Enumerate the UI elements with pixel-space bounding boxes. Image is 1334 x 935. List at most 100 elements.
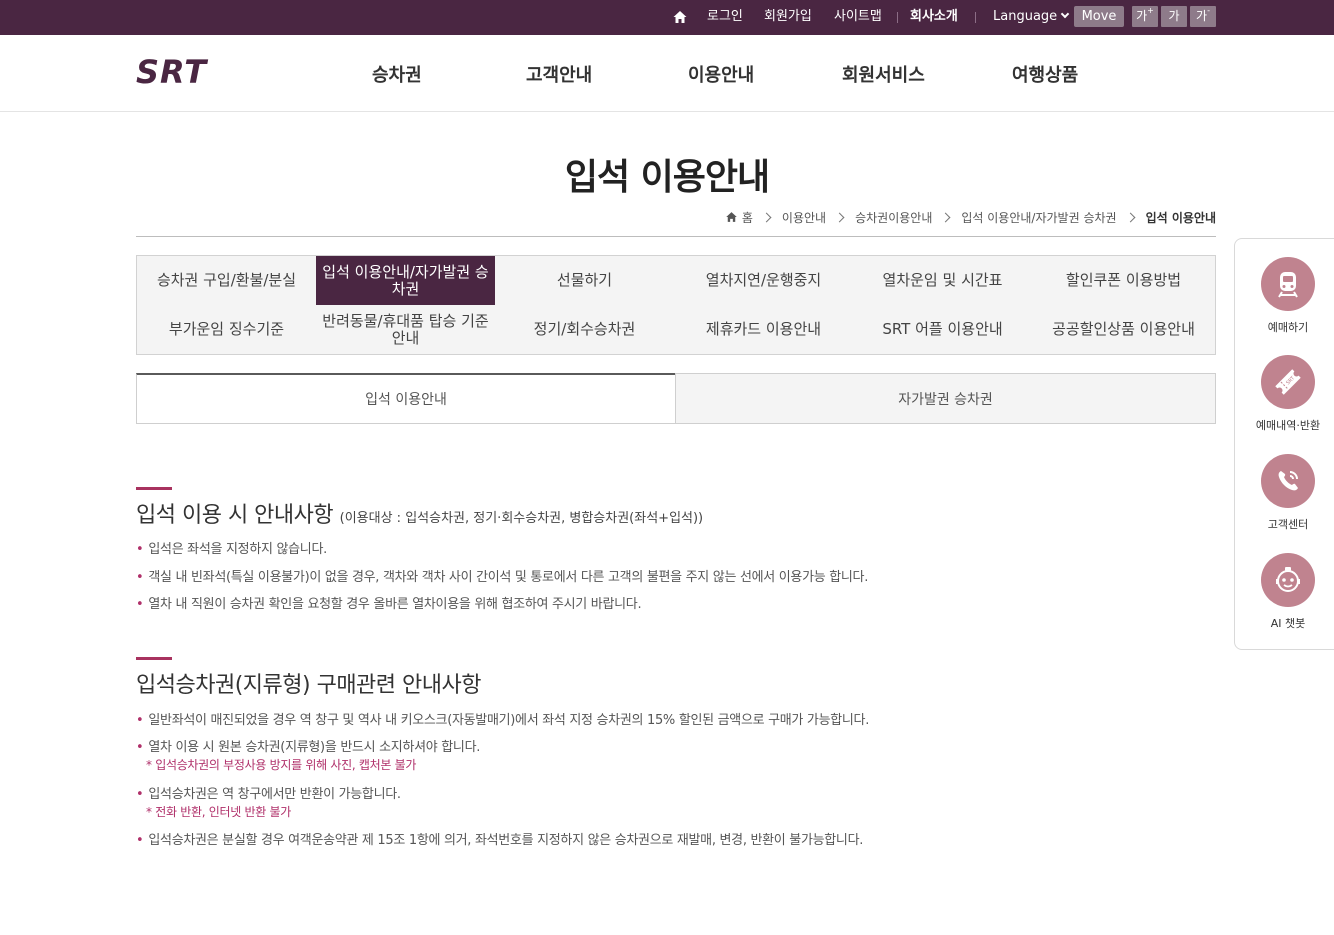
join-link[interactable]: 회원가입 [764,0,812,35]
font-decrease-button[interactable]: 가- [1190,6,1216,27]
home-icon[interactable] [672,9,688,25]
submenu-pets-luggage[interactable]: 반려동물/휴대품 탑승 기준 안내 [316,305,496,355]
submenu-label: 정기/회수승차권 [533,320,636,338]
sitemap-link[interactable]: 사이트맵 [834,0,882,35]
section1-title-text: 입석 이용 시 안내사항 [136,503,334,528]
bullet-dot: • [136,542,144,557]
font-decrease-sup: - [1207,6,1210,15]
quick-reservation[interactable]: 예매하기 [1235,257,1334,335]
breadcrumb-home[interactable]: 홈 [742,209,753,226]
chatbot-icon [1276,567,1300,592]
language-select[interactable]: Language [993,0,1070,35]
submenu-label: 부가운임 징수기준 [168,320,285,338]
gnb-member-service[interactable]: 회원서비스 [842,61,925,87]
home-icon[interactable] [725,211,738,223]
tab-label: 자가발권 승차권 [898,391,993,408]
top-utility-bar: 로그인 회원가입 사이트맵 회사소개 Language Move 가+ 가 가- [0,0,1334,35]
bullet-dot: • [136,570,144,585]
train-icon [1278,272,1298,298]
breadcrumb: 홈 이용안내 승차권이용안내 입석 이용안내/자가발권 승차권 입석 이용안내 [725,208,1216,226]
language-label: Language [993,9,1058,24]
quick-label: 예매내역·반환 [1255,419,1321,432]
chevron-right-icon [1125,212,1136,222]
list-item: • 입석은 좌석을 지정하지 않습니다. [136,538,327,557]
srt-logo[interactable]: SRT [134,55,242,89]
font-increase-label: 가 [1136,9,1148,23]
submenu-label: 선물하기 [556,271,613,289]
submenu-label: 제휴카드 이용안내 [705,320,822,338]
submenu-partner-card[interactable]: 제휴카드 이용안내 [674,305,854,355]
font-decrease-label: 가 [1196,9,1208,23]
quick-label: AI 챗봇 [1270,617,1306,630]
submenu-extra-fare[interactable]: 부가운임 징수기준 [137,305,317,355]
submenu-label: 열차지연/운행중지 [705,271,822,289]
list-item-note: * 전화 반환, 인터넷 반환 불가 [146,805,291,819]
font-increase-button[interactable]: 가+ [1132,6,1158,27]
login-link[interactable]: 로그인 [707,0,743,35]
submenu-label: SRT 어플 이용안내 [882,320,1003,338]
font-normal-button[interactable]: 가 [1161,6,1187,27]
submenu-label: 입석 이용안내/자가발권 승차권 [322,262,489,298]
tab-self-ticket[interactable]: 자가발권 승차권 [675,373,1216,424]
list-item-text: 일반좌석이 매진되었을 경우 역 창구 및 역사 내 키오스크(자동발매기)에서… [148,713,870,728]
submenu-gift[interactable]: 선물하기 [495,256,675,306]
quick-label: 예매하기 [1267,321,1309,334]
move-button[interactable]: Move [1074,6,1124,27]
gnb-customer-guide[interactable]: 고객안내 [526,61,592,87]
submenu-srt-app[interactable]: SRT 어플 이용안내 [853,305,1033,355]
quick-ai-chatbot[interactable]: AI 챗봇 [1235,553,1334,631]
section2-title: 입석승차권(지류형) 구매관련 안내사항 [136,673,482,698]
submenu-train-delay[interactable]: 열차지연/운행중지 [674,256,854,306]
chevron-down-icon [1060,9,1070,19]
gnb-ticket[interactable]: 승차권 [372,61,422,87]
gnb-usage-guide[interactable]: 이용안내 [688,61,754,87]
quick-icon-circle [1261,454,1315,508]
submenu-ticket-purchase-refund[interactable]: 승차권 구입/환불/분실 [137,256,317,306]
section-accent-bar [136,487,172,490]
submenu-label: 승차권 구입/환불/분실 [156,271,297,289]
quick-label: 고객센터 [1267,518,1309,531]
submenu-standing-self-ticket[interactable]: 입석 이용안내/자가발권 승차권 [316,256,496,306]
ticket-icon: SRT [1275,369,1301,395]
phone-icon [1278,471,1298,491]
breadcrumb-current: 입석 이용안내 [1145,210,1216,225]
company-link[interactable]: 회사소개 [910,0,958,35]
breadcrumb-ticket-guide[interactable]: 승차권이용안내 [855,209,932,226]
bullet-dot: • [136,787,144,802]
topbar-divider [975,12,976,23]
content-tabs: 입석 이용안내 자가발권 승차권 [136,373,1216,424]
sub-menu-grid: 승차권 구입/환불/분실 입석 이용안내/자가발권 승차권 선물하기 열차지연/… [136,255,1216,355]
page-title: 입석 이용안내 [564,157,770,198]
submenu-discount-coupon[interactable]: 할인쿠폰 이용방법 [1032,256,1216,306]
list-item: • 열차 내 직원이 승차권 확인을 요청할 경우 올바른 열차이용을 위해 협조… [136,593,642,612]
submenu-label: 열차운임 및 시간표 [882,271,1003,289]
tab-standing-guide[interactable]: 입석 이용안내 [136,373,676,424]
submenu-season-ticket[interactable]: 정기/회수승차권 [495,305,675,355]
list-item-text: 객실 내 빈좌석(특실 이용불가)이 없을 경우, 객차와 객차 사이 간이석 … [148,570,869,585]
quick-customer-center[interactable]: 고객센터 [1235,454,1334,532]
list-item: • 입석승차권은 분실할 경우 여객운송약관 제 15조 1항에 의거, 좌석번호… [136,829,863,848]
tab-label: 입석 이용안내 [365,392,447,408]
title-divider [136,236,1216,237]
list-item-text: 열차 이용 시 원본 승차권(지류형)을 반드시 소지하셔야 합니다. [148,740,481,755]
submenu-fare-timetable[interactable]: 열차운임 및 시간표 [853,256,1033,306]
section1-subtitle: (이용대상 : 입석승차권, 정기·회수승차권, 병합승차권(좌석+입석)) [339,511,704,526]
gnb-travel-products[interactable]: 여행상품 [1012,61,1078,87]
quick-icon-circle [1261,553,1315,607]
font-increase-sup: + [1147,6,1154,15]
svg-text:SRT: SRT [136,55,208,89]
submenu-public-discount[interactable]: 공공할인상품 이용안내 [1032,305,1216,355]
bullet-dot: • [136,713,144,728]
quick-menu: 예매하기 SRT 예매내역·반환 고객센터 AI 챗봇 [1234,238,1334,650]
breadcrumb-usage-guide[interactable]: 이용안내 [782,209,826,226]
breadcrumb-standing-self-ticket[interactable]: 입석 이용안내/자가발권 승차권 [961,209,1116,226]
chevron-right-icon [761,212,772,222]
section-accent-bar [136,657,172,660]
submenu-label: 할인쿠폰 이용방법 [1065,271,1182,289]
list-item: • 열차 이용 시 원본 승차권(지류형)을 반드시 소지하셔야 합니다. [136,736,480,755]
site-header: SRT 승차권 고객안내 이용안내 회원서비스 여행상품 [0,35,1334,112]
bullet-dot: • [136,833,144,848]
quick-booking-history[interactable]: SRT 예매내역·반환 [1235,355,1334,433]
bullet-dot: • [136,597,144,612]
list-item-text: 입석승차권은 역 창구에서만 반환이 가능합니다. [148,787,401,802]
